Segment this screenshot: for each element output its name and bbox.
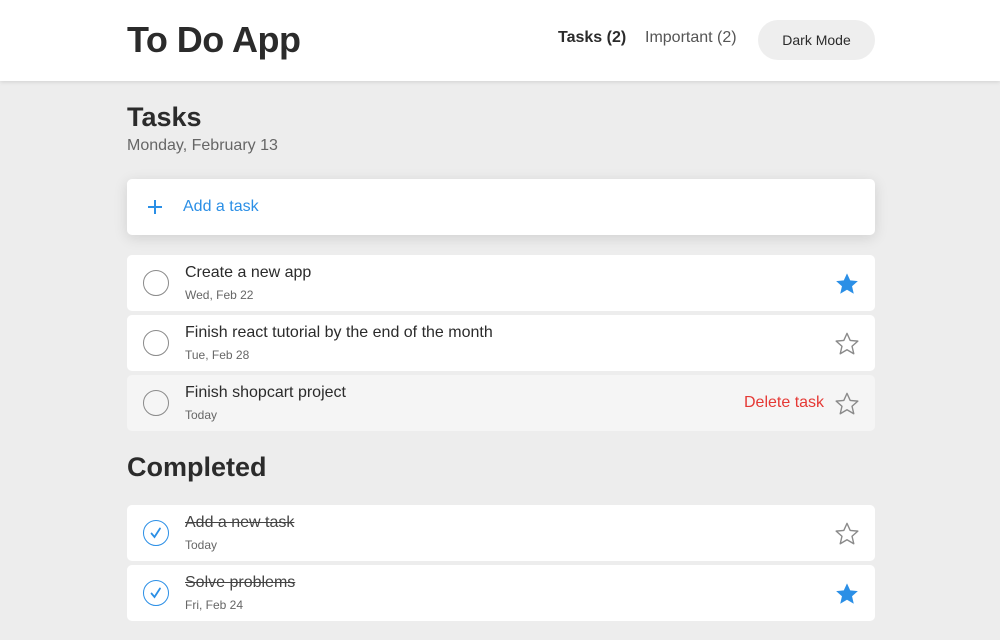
star-filled-icon[interactable] xyxy=(834,271,860,297)
completed-task-item[interactable]: Add a new task Today xyxy=(127,505,875,561)
nav-important[interactable]: Important (2) xyxy=(645,29,737,47)
dark-mode-button[interactable]: Dark Mode xyxy=(758,20,875,60)
complete-checkbox[interactable] xyxy=(143,520,169,546)
tasks-heading: Tasks xyxy=(127,102,202,132)
task-date: Fri, Feb 24 xyxy=(185,598,244,612)
completed-heading: Completed xyxy=(127,452,267,482)
star-outline-icon[interactable] xyxy=(834,391,860,417)
task-title: Finish react tutorial by the end of the … xyxy=(185,324,493,341)
current-date: Monday, February 13 xyxy=(127,137,278,154)
check-icon xyxy=(150,587,161,599)
task-item[interactable]: Finish shopcart project Today Delete tas… xyxy=(127,375,875,431)
task-title: Create a new app xyxy=(185,264,312,281)
delete-task-button[interactable]: Delete task xyxy=(744,394,824,412)
task-date: Today xyxy=(185,408,218,422)
completed-task-item[interactable]: Solve problems Fri, Feb 24 xyxy=(127,565,875,621)
star-filled-icon[interactable] xyxy=(834,581,860,607)
plus-icon xyxy=(148,200,162,214)
star-outline-icon[interactable] xyxy=(834,331,860,357)
star-outline-icon[interactable] xyxy=(834,521,860,547)
complete-checkbox[interactable] xyxy=(143,330,169,356)
check-icon xyxy=(150,527,161,539)
task-title: Finish shopcart project xyxy=(185,384,346,401)
app-title: To Do App xyxy=(127,19,301,60)
complete-checkbox[interactable] xyxy=(143,580,169,606)
app-header: To Do App Tasks (2) Important (2) Dark M… xyxy=(0,0,1000,81)
task-date: Tue, Feb 28 xyxy=(185,348,250,362)
task-title: Solve problems xyxy=(185,574,296,591)
task-item[interactable]: Finish react tutorial by the end of the … xyxy=(127,315,875,371)
nav-tasks[interactable]: Tasks (2) xyxy=(558,29,626,47)
task-date: Today xyxy=(185,538,218,552)
task-date: Wed, Feb 22 xyxy=(185,288,254,302)
complete-checkbox[interactable] xyxy=(143,390,169,416)
task-item[interactable]: Create a new app Wed, Feb 22 xyxy=(127,255,875,311)
add-task-label: Add a task xyxy=(183,198,259,215)
complete-checkbox[interactable] xyxy=(143,270,169,296)
task-title: Add a new task xyxy=(185,514,295,531)
